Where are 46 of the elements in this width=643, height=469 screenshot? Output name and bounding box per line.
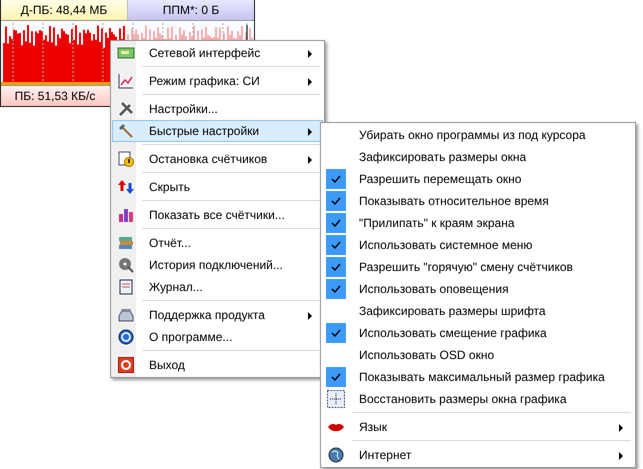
line-chart-icon — [118, 73, 134, 89]
menu-item[interactable]: Отчёт... — [112, 232, 323, 254]
menu-item[interactable]: Показать все счётчики... — [112, 204, 323, 226]
menu-item[interactable]: Язык — [322, 416, 634, 438]
menu-item[interactable]: Режим графика: СИ — [112, 70, 323, 92]
menu-item[interactable]: Восстановить размеры окна графика — [322, 388, 634, 410]
menu-item[interactable]: Зафиксировать размеры окна — [322, 146, 634, 168]
warning-list-icon — [118, 151, 134, 167]
menu-item[interactable]: Журнал... — [112, 276, 323, 298]
menu-item[interactable]: Использовать системное меню — [322, 234, 634, 256]
menu-item[interactable]: "Прилипать" к краям экрана — [322, 212, 634, 234]
bar-chart-icon — [118, 207, 134, 223]
network-card-icon — [117, 46, 135, 60]
menu-item[interactable]: Остановка счётчиков — [112, 148, 323, 170]
help-icon — [118, 329, 134, 345]
menu-item[interactable]: Интернет — [322, 444, 634, 466]
menu-item[interactable]: Скрыть — [112, 176, 323, 198]
menu-item[interactable]: Убирать окно программы из под курсора — [322, 124, 634, 146]
menu-item[interactable]: Настройки... — [112, 98, 323, 120]
menu-item[interactable]: Использовать оповещения — [322, 278, 634, 300]
tools-icon — [118, 101, 134, 117]
menu-item[interactable]: История подключений... — [112, 254, 323, 276]
download-total-label: Д-ПБ: 48,44 МБ — [1, 0, 128, 20]
menu-item[interactable]: Зафиксировать размеры шрифта — [322, 300, 634, 322]
menu-item[interactable]: Выход — [112, 354, 323, 376]
submenu-arrow-icon — [619, 424, 623, 432]
menu-item[interactable]: Разрешить перемещать окно — [322, 168, 634, 190]
menu-item[interactable]: Разрешить "горячую" смену счётчиков — [322, 256, 634, 278]
menu-item[interactable]: Использовать OSD окно — [322, 344, 634, 366]
menu-item[interactable]: Поддержка продукта — [112, 304, 323, 326]
menu-item[interactable]: Показывать относительное время — [322, 190, 634, 212]
menu-item[interactable]: Быстрые настройки — [112, 120, 323, 142]
menu-item[interactable]: Сетевой интерфейс — [112, 42, 323, 64]
books-icon — [118, 235, 134, 251]
power-icon — [118, 357, 134, 373]
up-down-arrows-icon — [118, 179, 134, 195]
lips-icon — [327, 422, 345, 432]
submenu-arrow-icon — [619, 452, 623, 460]
hammer-icon — [118, 123, 134, 139]
peak-label: ППМ*: 0 Б — [128, 0, 254, 20]
menu-item[interactable]: Показывать максимальный размер графика — [322, 366, 634, 388]
menu-item[interactable]: Использовать смещение графика — [322, 322, 634, 344]
notepad-icon — [118, 279, 134, 295]
menu-item[interactable]: О программе... — [112, 326, 323, 348]
globe-icon — [328, 447, 344, 463]
dotted-square-icon — [327, 390, 345, 408]
